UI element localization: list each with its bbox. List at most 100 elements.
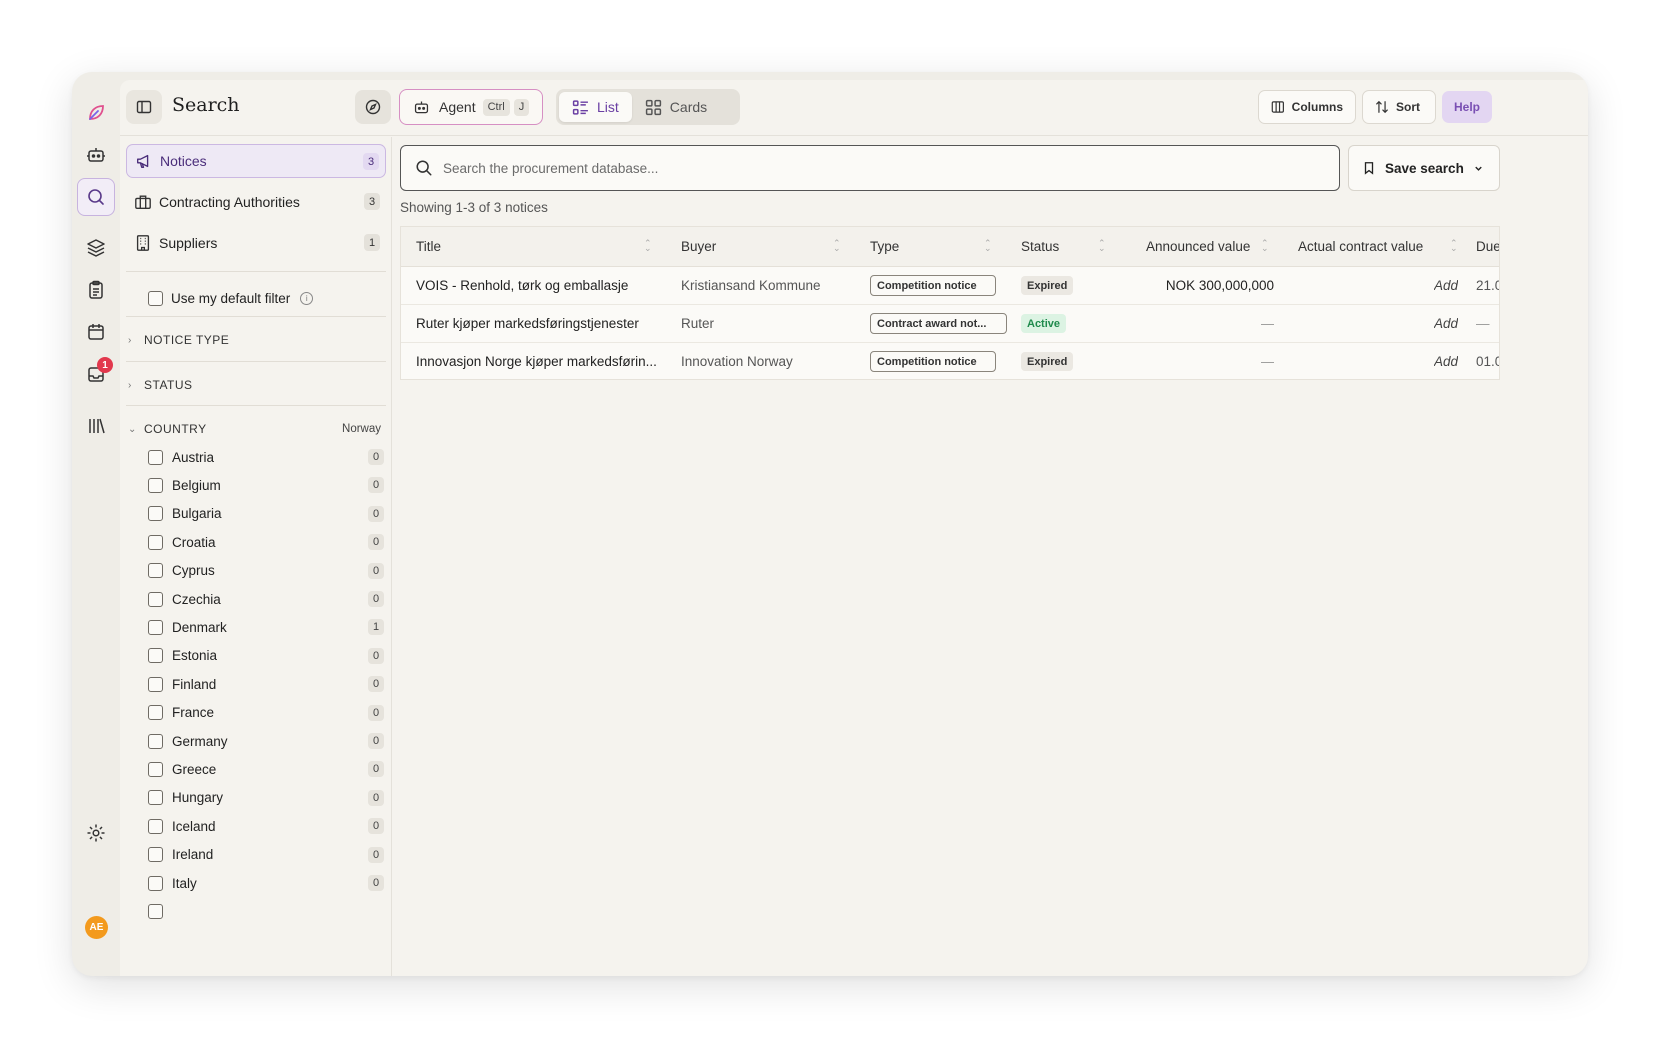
country-count: 1 [368, 619, 384, 636]
country-option[interactable]: Greece 0 [148, 758, 384, 780]
view-list-tab[interactable]: List [559, 92, 632, 122]
help-button[interactable]: Help [1442, 91, 1492, 123]
layers-icon[interactable] [77, 229, 115, 267]
library-icon[interactable] [77, 407, 115, 445]
country-option[interactable]: Cyprus 0 [148, 560, 384, 582]
search-input[interactable] [443, 160, 1323, 176]
logo-icon[interactable] [77, 94, 115, 132]
notification-badge: 1 [97, 357, 113, 373]
row-title[interactable]: Ruter kjøper markedsføringstjenester [416, 316, 666, 331]
explore-button[interactable] [355, 90, 391, 124]
add-actual-value-link[interactable]: Add [1434, 316, 1458, 331]
agent-button[interactable]: Agent Ctrl J [399, 89, 543, 125]
country-checkbox[interactable] [148, 733, 163, 749]
sort-icon[interactable]: ⌃ ⌄ [644, 239, 652, 253]
column-header-due[interactable]: Due [1476, 239, 1499, 254]
gear-icon[interactable] [77, 814, 115, 852]
column-header-buyer[interactable]: Buyer [681, 239, 716, 254]
default-filter-toggle[interactable]: Use my default filter i [148, 291, 314, 306]
country-option[interactable]: Ireland 0 [148, 844, 384, 866]
search-icon [416, 160, 432, 176]
country-option[interactable]: Hungary 0 [148, 787, 384, 809]
country-option[interactable]: Iceland 0 [148, 815, 384, 837]
country-checkbox[interactable] [148, 648, 163, 664]
country-option[interactable]: Czechia 0 [148, 588, 384, 610]
info-icon[interactable]: i [300, 292, 314, 305]
country-option[interactable]: Bulgaria 0 [148, 503, 384, 525]
sort-icon[interactable]: ⌃ ⌄ [1098, 239, 1106, 253]
column-header-type[interactable]: Type [870, 239, 899, 254]
column-header-status[interactable]: Status [1021, 239, 1059, 254]
column-header-announced-value[interactable]: Announced value [1146, 239, 1250, 254]
save-search-button[interactable]: Save search [1348, 145, 1500, 191]
country-option[interactable]: Germany 0 [148, 730, 384, 752]
briefcase-icon [135, 195, 151, 209]
default-filter-checkbox[interactable] [148, 291, 163, 306]
country-checkbox[interactable] [148, 818, 163, 834]
country-count: 0 [368, 477, 384, 494]
add-actual-value-link[interactable]: Add [1434, 278, 1458, 293]
country-option[interactable]: Italy 0 [148, 872, 384, 894]
row-title[interactable]: VOIS - Renhold, tørk og emballasje [416, 278, 666, 293]
table-row[interactable]: VOIS - Renhold, tørk og emballasje Kristi… [401, 267, 1499, 305]
row-buyer[interactable]: Ruter [681, 316, 861, 331]
sidebar-item-contracting-authorities[interactable]: Contracting Authorities 3 [126, 185, 386, 219]
sort-icon[interactable]: ⌃ ⌄ [984, 239, 992, 253]
column-header-title[interactable]: Title [416, 239, 441, 254]
country-label: Estonia [172, 648, 218, 664]
country-checkbox[interactable] [148, 506, 163, 522]
sidebar-item-notices[interactable]: Notices 3 [126, 144, 386, 178]
country-option[interactable]: Finland 0 [148, 673, 384, 695]
sort-icon[interactable]: ⌃ ⌄ [1450, 239, 1458, 253]
inbox-icon[interactable]: 1 [77, 355, 115, 393]
country-checkbox[interactable] [148, 761, 163, 777]
clipboard-icon[interactable] [77, 271, 115, 309]
country-checkbox[interactable] [148, 619, 163, 635]
country-checkbox[interactable] [148, 705, 163, 721]
row-buyer[interactable]: Innovation Norway [681, 354, 861, 369]
country-checkbox[interactable] [148, 449, 163, 465]
search-field[interactable] [400, 145, 1340, 191]
table-row[interactable]: Innovasjon Norge kjøper markedsførin... I… [401, 343, 1499, 379]
columns-button[interactable]: Columns [1258, 90, 1356, 124]
type-badge: Competition notice [870, 351, 996, 372]
country-checkbox[interactable] [148, 903, 163, 919]
sort-icon[interactable]: ⌃ ⌄ [1261, 239, 1269, 253]
country-checkbox[interactable] [148, 591, 163, 607]
sidebar-item-suppliers[interactable]: Suppliers 1 [126, 226, 386, 260]
country-checkbox[interactable] [148, 847, 163, 863]
country-option[interactable]: Estonia 0 [148, 645, 384, 667]
avatar[interactable]: AE [85, 916, 108, 939]
filter-section-country[interactable]: ⌄ COUNTRY [128, 422, 207, 436]
country-option[interactable]: Austria 0 [148, 446, 384, 468]
country-option[interactable]: Belgium 0 [148, 474, 384, 496]
country-option[interactable]: Denmark 1 [148, 616, 384, 638]
chevron-right-icon: › [128, 334, 132, 346]
robot-icon[interactable] [77, 136, 115, 174]
country-checkbox[interactable] [148, 563, 163, 579]
search-icon[interactable] [77, 178, 115, 216]
table-row[interactable]: Ruter kjøper markedsføringstjenester Rute… [401, 305, 1499, 343]
country-option[interactable]: France 0 [148, 702, 384, 724]
country-checkbox[interactable] [148, 534, 163, 550]
divider [126, 316, 386, 317]
results-table: Title ⌃ ⌄ Buyer ⌃ ⌄ Type ⌃ ⌄ Status ⌃ ⌄ Anno… [400, 226, 1500, 380]
column-header-actual-contract-value[interactable]: Actual contract value [1298, 239, 1423, 254]
country-checkbox[interactable] [148, 477, 163, 493]
view-cards-tab[interactable]: Cards [632, 92, 720, 122]
row-title[interactable]: Innovasjon Norge kjøper markedsførin... [416, 354, 666, 369]
country-checkbox[interactable] [148, 875, 163, 891]
country-option[interactable]: Croatia 0 [148, 531, 384, 553]
country-option[interactable] [148, 900, 384, 922]
sort-button[interactable]: Sort [1362, 90, 1436, 124]
filter-section-status[interactable]: › STATUS [128, 378, 193, 392]
filter-section-notice-type[interactable]: › NOTICE TYPE [128, 333, 229, 347]
add-actual-value-link[interactable]: Add [1434, 354, 1458, 369]
country-checkbox[interactable] [148, 676, 163, 692]
sort-icon[interactable]: ⌃ ⌄ [833, 239, 841, 253]
sort-label: Sort [1396, 100, 1420, 114]
calendar-icon[interactable] [77, 313, 115, 351]
sidebar-toggle-button[interactable] [126, 90, 162, 124]
row-buyer[interactable]: Kristiansand Kommune [681, 278, 861, 293]
country-checkbox[interactable] [148, 790, 163, 806]
